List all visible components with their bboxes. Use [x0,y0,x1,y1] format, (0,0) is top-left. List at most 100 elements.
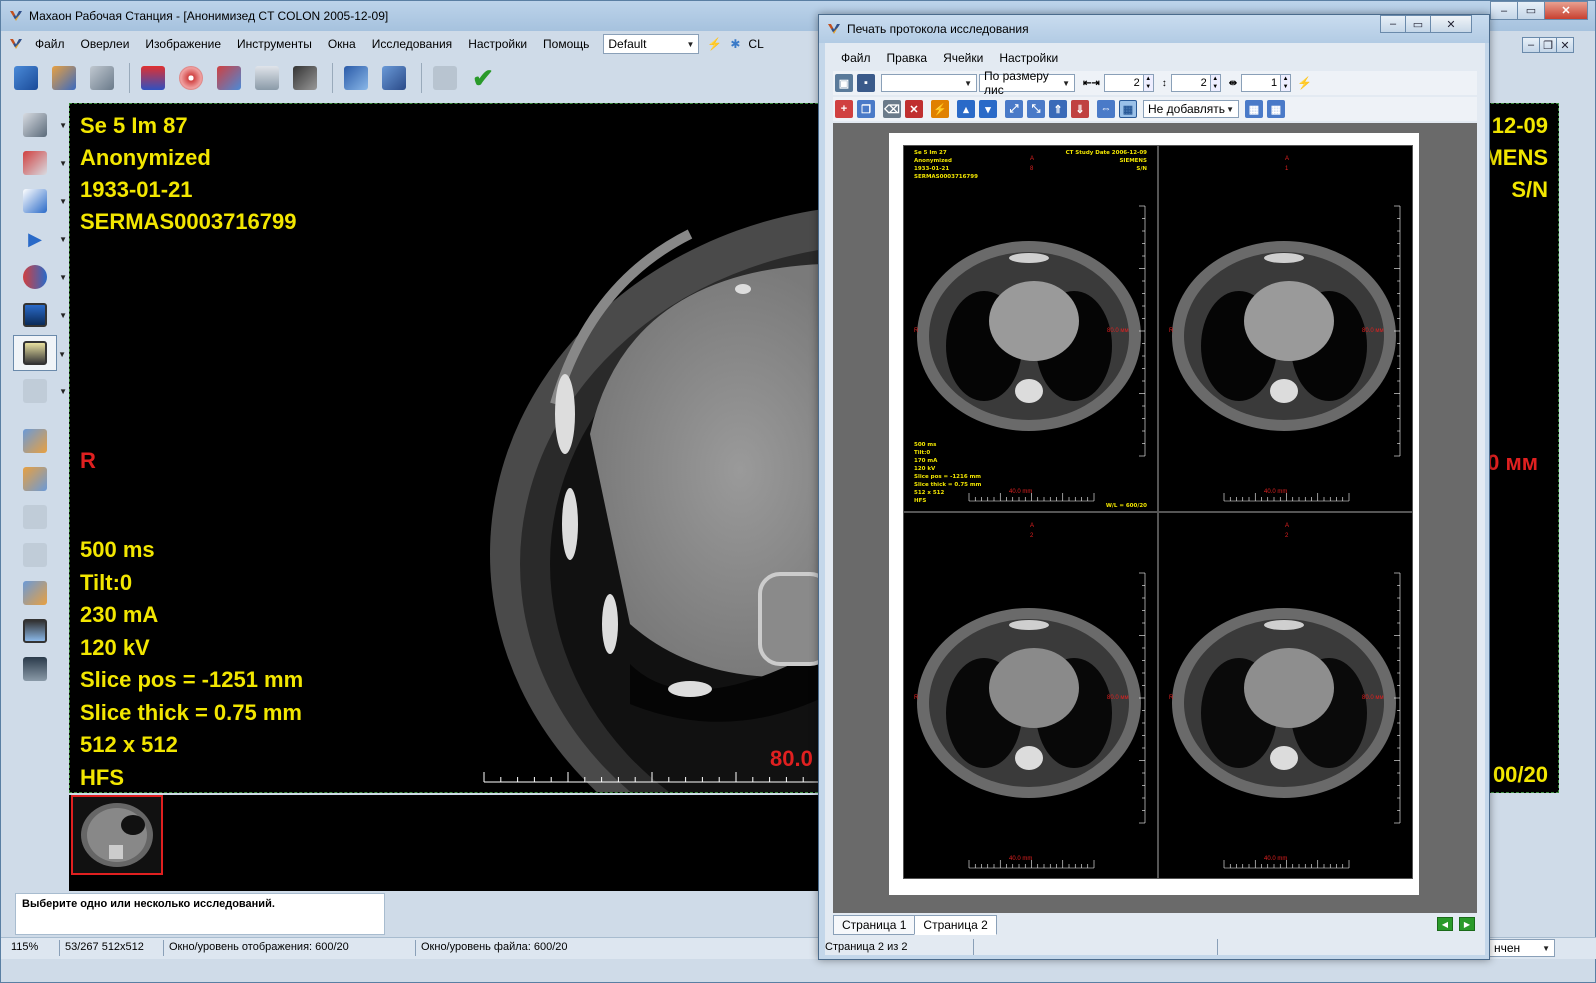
split-icon[interactable]: ⇔ [1097,100,1115,118]
import-button[interactable] [136,61,170,95]
dialog-menu-edit[interactable]: Правка [879,51,936,65]
user-next-button[interactable] [13,461,57,497]
page-down-icon[interactable]: ▾ [979,100,997,118]
preset-select[interactable]: Default ▼ [603,34,700,54]
grid-icon[interactable]: ▦ [1245,100,1263,118]
film-cell[interactable]: A 2 R 80.0 мм 40.0 mm [903,512,1158,879]
play-tool-button[interactable]: ▶ ▼ [13,221,67,257]
disabled-tool-button[interactable]: ▼ [13,373,67,409]
film-cell[interactable]: A 8 R 80.0 мм 40.0 mm Se 5 Im 27 Anonymized 193… [903,145,1158,512]
spinner-arrows-icon[interactable]: ▲ ▼ [1143,74,1154,92]
viewer-button[interactable] [13,651,57,687]
rows-spinner[interactable]: 2 ▲ ▼ [1170,74,1221,92]
delete-icon[interactable]: ✕ [905,100,923,118]
export-button[interactable] [212,61,246,95]
import-icon [141,66,165,90]
measure-tool-button[interactable]: ▼ [13,107,67,143]
angle-tool-button[interactable]: ▼ [13,145,67,181]
orientation-marker: R [80,448,96,473]
spinner-arrows-icon[interactable]: ▲ ▼ [1281,74,1292,92]
copy-page-icon[interactable]: ❐ [857,100,875,118]
menu-studies[interactable]: Исследования [364,37,460,51]
shrink-icon[interactable]: ⤡ [1027,100,1045,118]
accept-button[interactable]: ✔ [466,61,500,95]
checkmark-icon: ✔ [472,62,494,93]
move-down-icon[interactable]: ⇓ [1071,100,1089,118]
add-page-icon[interactable]: + [835,100,853,118]
film-image-number: 2 [1030,533,1034,539]
minimize-icon[interactable]: – [1490,1,1518,20]
maximize-icon[interactable]: ▭ [1517,1,1545,20]
disabled-tool-button[interactable] [13,499,57,535]
rotate-tool-button[interactable]: ▼ [13,259,67,295]
film-cell[interactable]: A 1 R 80.0 мм 40.0 mm [1158,145,1413,512]
close-icon[interactable]: ✕ [1544,1,1588,20]
open-folder-button[interactable] [47,61,81,95]
disabled-tool-button[interactable] [13,537,57,573]
layout-button[interactable] [13,613,57,649]
tab-page-2[interactable]: Страница 2 [914,915,997,935]
save-icon[interactable]: ▪ [857,74,875,92]
flash-icon[interactable]: ⚡ [707,37,722,51]
gear-icon[interactable]: ✱ [730,37,740,51]
cl-label[interactable]: CL [748,37,763,51]
spinner-arrows-icon[interactable]: ▲ ▼ [1210,74,1221,92]
add-mode-select[interactable]: Не добавлять ▼ [1143,100,1239,118]
print-button[interactable] [250,61,284,95]
tab-page-1[interactable]: Страница 1 [833,915,916,935]
open-study-button[interactable] [9,61,43,95]
flash-icon[interactable]: ⚡ [931,100,949,118]
edit-button[interactable] [85,61,119,95]
dialog-menu-file[interactable]: Файл [833,51,879,65]
window-level-tool-button[interactable]: ▼ [13,335,66,371]
user-prev-button[interactable] [13,423,57,459]
sync-button[interactable] [377,61,411,95]
main-window-title: Махаон Рабочая Станция - [Анонимизед CT … [29,9,389,23]
mdi-minimize-icon[interactable]: – [1522,37,1540,53]
copies-value: 1 [1241,74,1282,92]
grid-fine-icon[interactable]: ▦ [1267,100,1285,118]
prev-page-icon[interactable]: ◀ [1437,917,1453,931]
move-up-icon[interactable]: ⇑ [1049,100,1067,118]
flash-icon[interactable]: ⚡ [1297,76,1312,90]
mdi-close-icon[interactable]: ✕ [1556,37,1574,53]
cd-button[interactable] [174,61,208,95]
folder-icon [52,66,76,90]
user-clock-button[interactable] [13,575,57,611]
menu-windows[interactable]: Окна [320,37,364,51]
print-protocol-dialog: Печать протокола исследования – ▭ ✕ Файл… [818,14,1490,960]
fit-icon[interactable]: ⤢ [1005,100,1023,118]
status-right-select[interactable]: нчен ▼ [1489,939,1555,957]
print-preview-icon[interactable]: ▣ [835,74,853,92]
dialog-menu-settings[interactable]: Настройки [991,51,1066,65]
dialog-menu-cells[interactable]: Ячейки [935,51,991,65]
eraser-icon[interactable]: ⌫ [883,100,901,118]
monitor-tool-button[interactable]: ▼ [13,297,67,333]
disabled-tool-button[interactable] [428,61,462,95]
menu-image[interactable]: Изображение [137,37,229,51]
page-up-icon[interactable]: ▴ [957,100,975,118]
menu-overlays[interactable]: Оверлеи [73,37,138,51]
next-page-icon[interactable]: ▶ [1459,917,1475,931]
mdi-restore-icon[interactable]: ❐ [1539,37,1557,53]
menu-tools[interactable]: Инструменты [229,37,320,51]
dialog-close-icon[interactable]: ✕ [1430,15,1472,33]
fit-mode-select[interactable]: По размеру лис ▼ [979,69,1075,97]
menu-file[interactable]: Файл [27,37,73,51]
roi-tool-button[interactable]: ▼ [13,183,67,219]
columns-spinner[interactable]: 2 ▲ ▼ [1103,74,1154,92]
dialog-minimize-icon[interactable]: – [1380,15,1406,33]
copies-spinner[interactable]: 1 ▲ ▼ [1241,74,1292,92]
dialog-maximize-icon[interactable]: ▭ [1405,15,1431,33]
series-thumbnail[interactable] [71,795,163,875]
menu-help[interactable]: Помощь [535,37,597,51]
printer-select[interactable]: ▼ [881,74,977,92]
status-separator [973,939,974,955]
grid-select-icon[interactable]: ▦ [1119,100,1137,118]
exposure-time-text: 500 ms [80,537,155,562]
menu-settings[interactable]: Настройки [460,37,535,51]
tilt-text: Tilt:0 [80,569,133,595]
film-button[interactable] [288,61,322,95]
network-button[interactable] [339,61,373,95]
film-cell[interactable]: A 2 R 80.0 мм 40.0 mm [1158,512,1413,879]
